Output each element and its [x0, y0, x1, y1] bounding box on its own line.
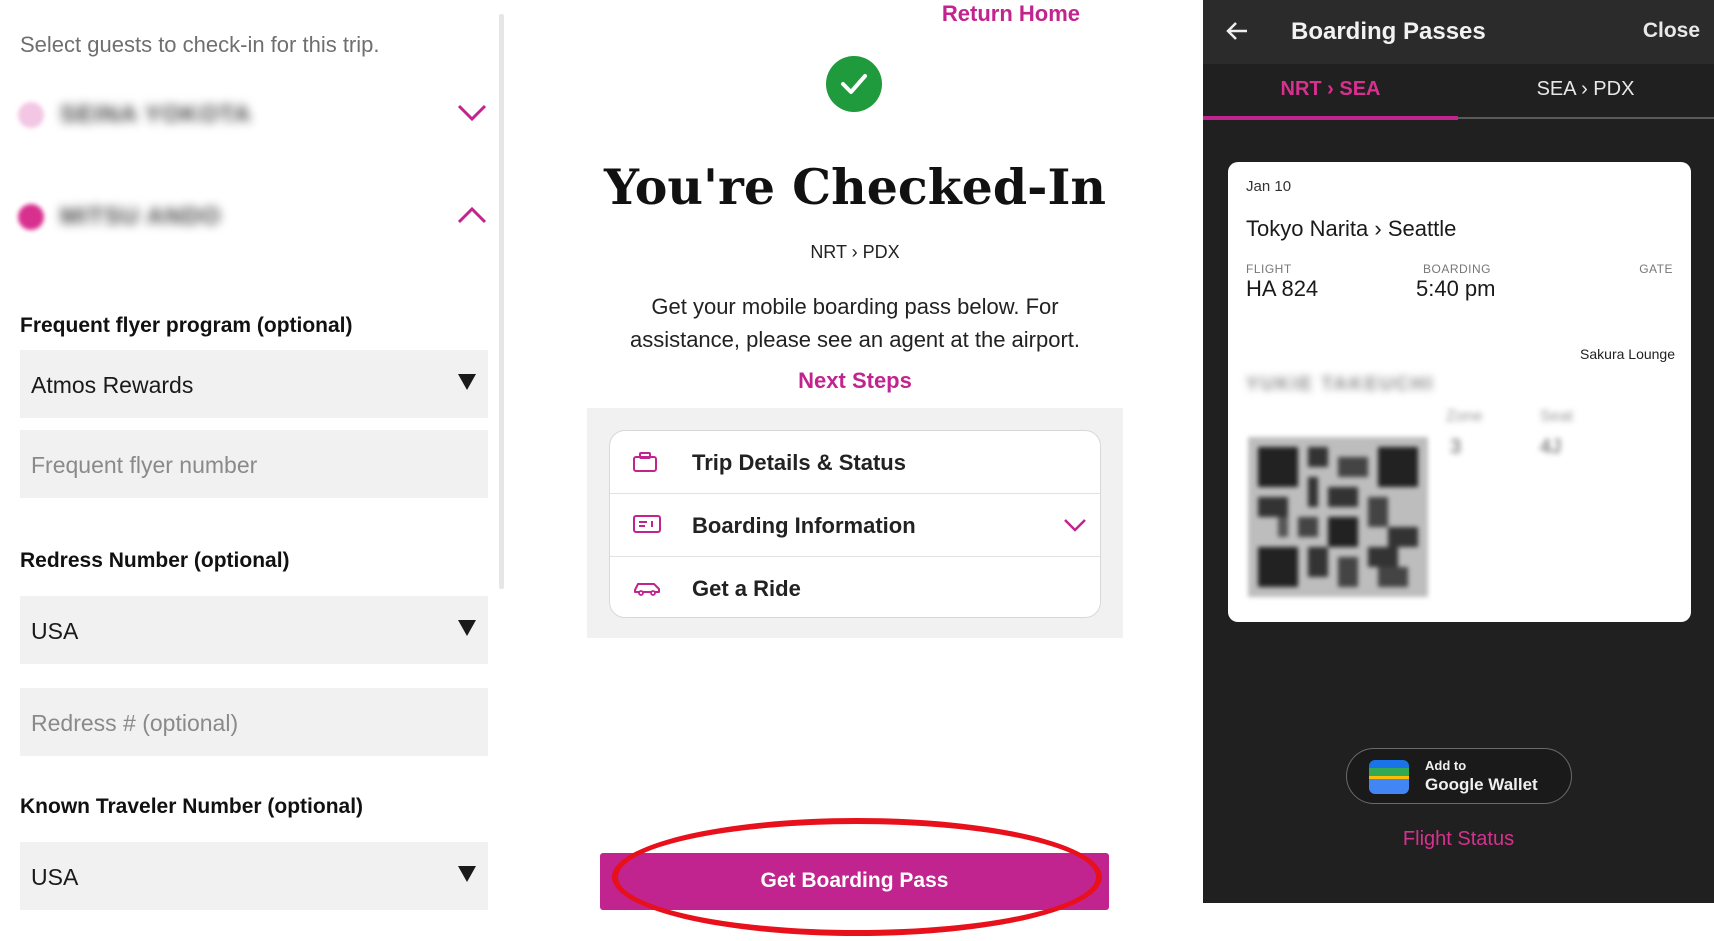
- guest-checkin-panel: Select guests to check-in for this trip.…: [0, 0, 504, 941]
- ticket-icon: [633, 515, 661, 533]
- flight-label: FLIGHT: [1246, 262, 1292, 276]
- chevron-down-icon[interactable]: [1062, 516, 1088, 534]
- add-to-google-wallet-button[interactable]: Add to Google Wallet: [1346, 748, 1572, 804]
- zone-label: Zone: [1446, 408, 1483, 425]
- checked-in-panel: Return Home You're Checked-In NRT › PDX …: [560, 0, 1150, 941]
- close-button[interactable]: Close: [1643, 19, 1700, 43]
- guest-row-1[interactable]: SEINA YOKOTA: [14, 90, 494, 140]
- known-traveler-label: Known Traveler Number (optional): [20, 795, 364, 818]
- guest-name: MITSU ANDO: [60, 203, 222, 230]
- wallet-big-text: Google Wallet: [1425, 775, 1538, 794]
- step-boarding-info[interactable]: Boarding Information: [610, 494, 1100, 557]
- flight-number: HA 824: [1246, 276, 1319, 301]
- button-label: Get Boarding Pass: [760, 869, 949, 892]
- frequent-flyer-number-input[interactable]: Frequent flyer number: [20, 430, 488, 498]
- screen-title: Boarding Passes: [1291, 18, 1486, 45]
- step-label: Trip Details & Status: [692, 450, 906, 475]
- briefcase-icon: [633, 452, 657, 472]
- panel-scrollbar[interactable]: [499, 14, 504, 589]
- guest-radio[interactable]: [18, 102, 44, 128]
- checkin-prompt: Select guests to check-in for this trip.: [20, 32, 380, 57]
- flight-status-link[interactable]: Flight Status: [1203, 828, 1714, 851]
- trip-route: NRT › PDX: [810, 242, 900, 262]
- barcode-qr: [1248, 437, 1428, 597]
- google-wallet-icon: [1369, 760, 1409, 794]
- next-steps-heading: Next Steps: [798, 368, 912, 393]
- redress-country-select[interactable]: USA: [20, 596, 488, 664]
- select-value: USA: [31, 864, 79, 890]
- instructions-line-2: assistance, please see an agent at the a…: [629, 327, 1081, 352]
- redress-label: Redress Number (optional): [20, 549, 290, 572]
- tab-nrt-sea[interactable]: NRT › SEA: [1203, 78, 1458, 101]
- active-tab-indicator: [1203, 116, 1458, 120]
- tab-sea-pdx[interactable]: SEA › PDX: [1458, 78, 1713, 101]
- top-app-bar: Boarding Passes Close: [1203, 0, 1714, 64]
- instructions-text: Get your mobile boarding pass below. For…: [560, 290, 1150, 356]
- step-label: Get a Ride: [692, 576, 801, 601]
- select-value: USA: [31, 618, 79, 644]
- gate-label: GATE: [1639, 262, 1673, 276]
- flight-date: Jan 10: [1246, 178, 1292, 195]
- return-home-link[interactable]: Return Home: [942, 1, 1080, 27]
- frequent-flyer-label: Frequent flyer program (optional): [20, 314, 353, 337]
- step-label: Boarding Information: [692, 513, 916, 538]
- car-icon: [634, 583, 660, 596]
- boarding-pass-card[interactable]: Jan 10 Tokyo Narita › Seattle FLIGHT HA …: [1228, 162, 1691, 622]
- dropdown-arrow-icon: [458, 866, 476, 882]
- boarding-label: BOARDING: [1423, 262, 1492, 276]
- select-value: Atmos Rewards: [31, 372, 194, 398]
- step-get-a-ride[interactable]: Get a Ride: [610, 557, 1100, 617]
- success-check-icon: [826, 56, 882, 112]
- seat-value: 4J: [1540, 436, 1562, 458]
- lounge-name: Sakura Lounge: [1580, 346, 1675, 362]
- guest-radio-selected[interactable]: [18, 204, 44, 230]
- instructions-line-1: Get your mobile boarding pass below. For: [651, 294, 1059, 319]
- input-placeholder: Frequent flyer number: [31, 452, 258, 478]
- chevron-down-icon[interactable]: [456, 102, 488, 124]
- back-arrow-icon[interactable]: [1225, 20, 1249, 42]
- flight-route: Tokyo Narita › Seattle: [1246, 216, 1457, 241]
- guest-name: SEINA YOKOTA: [60, 101, 252, 128]
- tab-underline: [1458, 117, 1714, 119]
- step-trip-details[interactable]: Trip Details & Status: [610, 431, 1100, 494]
- get-boarding-pass-button[interactable]: Get Boarding Pass: [600, 853, 1109, 910]
- dropdown-arrow-icon: [458, 374, 476, 390]
- zone-value: 3: [1450, 436, 1462, 458]
- dropdown-arrow-icon: [458, 620, 476, 636]
- input-placeholder: Redress # (optional): [31, 710, 239, 736]
- page-title: You're Checked-In: [604, 158, 1106, 216]
- redress-number-input[interactable]: Redress # (optional): [20, 688, 488, 756]
- seat-label: Seat: [1540, 408, 1573, 425]
- known-traveler-country-select[interactable]: USA: [20, 842, 488, 910]
- segment-tabs: NRT › SEA SEA › PDX: [1203, 64, 1714, 120]
- guest-row-2[interactable]: MITSU ANDO: [14, 192, 494, 242]
- boarding-time: 5:40 pm: [1416, 276, 1496, 301]
- chevron-up-icon[interactable]: [456, 204, 488, 226]
- next-steps-section: Trip Details & Status Boarding Informati…: [587, 408, 1123, 638]
- boarding-passes-panel: Boarding Passes Close NRT › SEA SEA › PD…: [1203, 0, 1714, 903]
- frequent-flyer-program-select[interactable]: Atmos Rewards: [20, 350, 488, 418]
- next-steps-card: Trip Details & Status Boarding Informati…: [609, 430, 1101, 618]
- passenger-name: YUKIE TAKEUCHI: [1246, 374, 1435, 395]
- wallet-small-text: Add to: [1425, 758, 1467, 773]
